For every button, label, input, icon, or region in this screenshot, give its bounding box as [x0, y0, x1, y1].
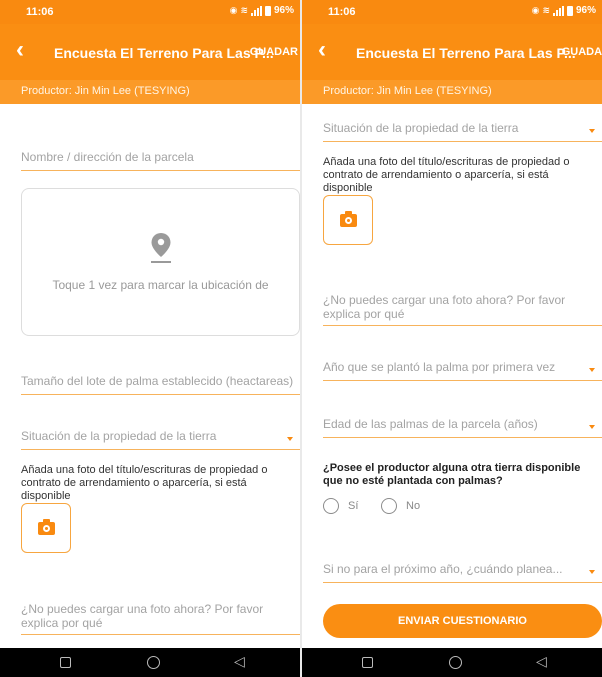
land-tenure-select[interactable]: Situación de la propiedad de la tierra [323, 116, 602, 142]
no-photo-placeholder: ¿No puedes cargar una foto ahora? Por fa… [21, 602, 264, 630]
app-bar: ‹ Encuesta El Terreno Para Las P... GUAD… [302, 24, 602, 80]
no-photo-reason-input[interactable]: ¿No puedes cargar una foto ahora? Por fa… [21, 595, 300, 635]
home-icon[interactable] [147, 656, 160, 669]
year-planted-select[interactable]: Año que se plantó la palma por primera v… [323, 355, 602, 381]
nav-back-icon[interactable]: ◁ [234, 653, 245, 670]
wifi-icon: ≋ [542, 5, 550, 15]
camera-icon [340, 211, 357, 227]
dropdown-caret-icon [589, 425, 595, 429]
battery-level: 96% [575, 5, 596, 16]
plot-size-placeholder: Tamaño del lote de palma establecido (he… [21, 374, 294, 388]
producer-label: Productor: Jin Min Lee (TESYING) [302, 80, 602, 104]
photo-instruction: Añada una foto del título/escrituras de … [323, 156, 570, 194]
back-arrow-icon[interactable]: ‹ [318, 38, 326, 62]
palm-age-placeholder: Edad de las palmas de la parcela (años) [323, 417, 538, 431]
survey-screen-top: 11:06 ◉ ≋ 96% ‹ Encuesta El Terreno Para… [0, 0, 300, 677]
plan-select[interactable]: Si no para el próximo año, ¿cuándo plane… [323, 557, 602, 583]
no-photo-reason-input[interactable]: ¿No puedes cargar una foto ahora? Por fa… [323, 286, 602, 326]
dropdown-caret-icon [589, 368, 595, 372]
signal-icon [552, 5, 564, 16]
dropdown-caret-icon [287, 437, 293, 441]
radio-circle-icon [323, 498, 339, 514]
submit-button[interactable]: ENVIAR CUESTIONARIO [323, 604, 602, 638]
dropdown-caret-icon [589, 570, 595, 574]
land-tenure-placeholder: Situación de la propiedad de la tierra [323, 121, 519, 135]
status-bar: 11:06 ◉ ≋ 96% [0, 0, 300, 24]
recent-apps-icon[interactable] [60, 657, 71, 668]
yes-radio[interactable]: Sí [323, 498, 358, 514]
save-button[interactable]: GUADAR [250, 46, 298, 58]
no-label: No [406, 500, 421, 512]
status-bar: 11:06 ◉ ≋ 96% [302, 0, 602, 24]
eye-icon: ◉ [229, 5, 238, 15]
map-pin-icon [151, 233, 171, 263]
palm-age-select[interactable]: Edad de las palmas de la parcela (años) [323, 412, 602, 438]
map-prompt: Toque 1 vez para marcar la ubicación de [52, 278, 269, 292]
save-button[interactable]: GUADAR [562, 46, 602, 58]
system-nav-bar: ◁ [302, 648, 602, 677]
land-tenure-placeholder: Situación de la propiedad de la tierra [21, 429, 217, 443]
add-photo-button[interactable] [323, 195, 373, 245]
map-location-picker[interactable]: Toque 1 vez para marcar la ubicación de [21, 188, 300, 336]
system-nav-bar: ◁ [0, 648, 300, 677]
plot-size-input[interactable]: Tamaño del lote de palma establecido (he… [21, 369, 300, 395]
battery-level: 96% [273, 5, 294, 16]
parcel-name-placeholder: Nombre / dirección de la parcela [21, 150, 194, 164]
land-tenure-select[interactable]: Situación de la propiedad de la tierra [21, 424, 300, 450]
battery-icon [566, 5, 573, 16]
dropdown-caret-icon [589, 129, 595, 133]
radio-circle-icon [381, 498, 397, 514]
status-time: 11:06 [328, 6, 356, 18]
year-planted-placeholder: Año que se plantó la palma por primera v… [323, 360, 556, 374]
parcel-name-input[interactable]: Nombre / dirección de la parcela [21, 145, 300, 171]
other-land-question: ¿Posee el productor alguna otra tierra d… [323, 462, 581, 487]
yes-label: Sí [348, 500, 359, 512]
add-photo-button[interactable] [21, 503, 71, 553]
photo-instruction: Añada una foto del título/escrituras de … [21, 464, 268, 502]
plan-placeholder: Si no para el próximo año, ¿cuándo plane… [323, 562, 563, 576]
home-icon[interactable] [449, 656, 462, 669]
survey-screen-bottom: 11:06 ◉ ≋ 96% ‹ Encuesta El Terreno Para… [302, 0, 602, 677]
app-bar: ‹ Encuesta El Terreno Para Las P... GUAD… [0, 24, 300, 80]
nav-back-icon[interactable]: ◁ [536, 653, 547, 670]
producer-label: Productor: Jin Min Lee (TESYING) [0, 80, 300, 104]
back-arrow-icon[interactable]: ‹ [16, 38, 24, 62]
status-icons: ◉ ≋ 96% [532, 5, 596, 16]
no-radio[interactable]: No [381, 498, 420, 514]
app-title: Encuesta El Terreno Para Las P... [356, 45, 576, 61]
status-time: 11:06 [26, 6, 54, 18]
camera-icon [38, 519, 55, 535]
wifi-icon: ≋ [240, 5, 248, 15]
signal-icon [250, 5, 262, 16]
no-photo-placeholder: ¿No puedes cargar una foto ahora? Por fa… [323, 293, 566, 321]
app-title: Encuesta El Terreno Para Las P... [54, 45, 274, 61]
status-icons: ◉ ≋ 96% [230, 5, 294, 16]
battery-icon [264, 5, 271, 16]
eye-icon: ◉ [531, 5, 540, 15]
recent-apps-icon[interactable] [362, 657, 373, 668]
